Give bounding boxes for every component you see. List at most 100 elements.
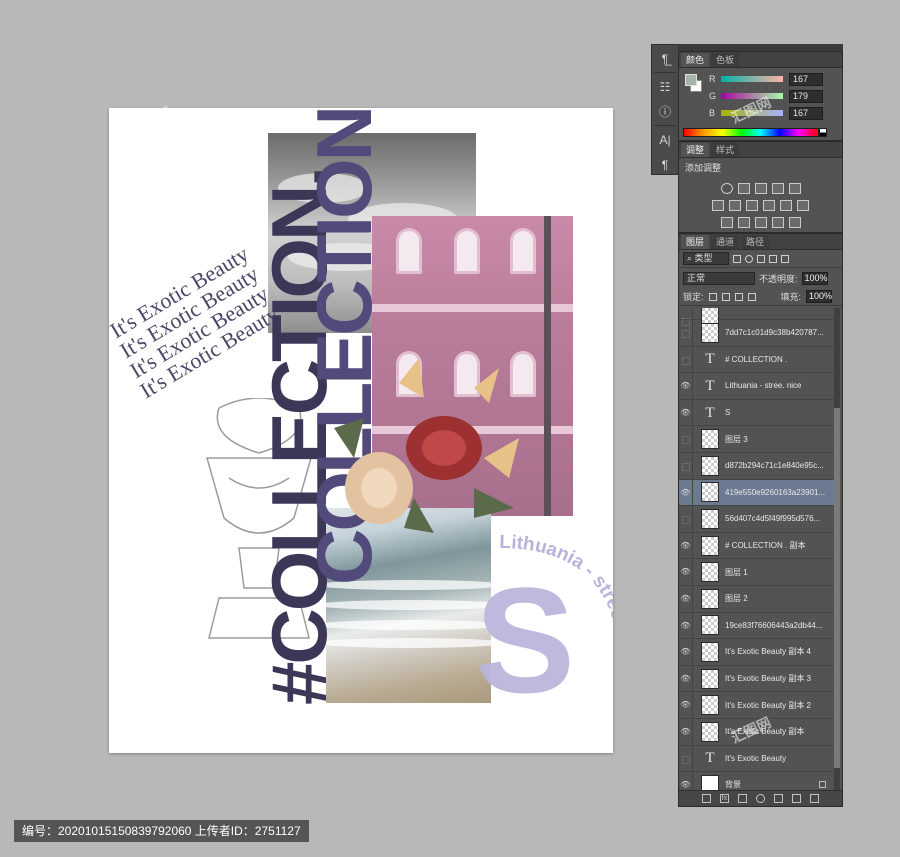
layers-scrollbar[interactable] (834, 308, 840, 791)
visibility-eye-icon[interactable] (679, 426, 693, 452)
layer-row[interactable]: 👁︎ 419e550e9260163a23901... (679, 479, 834, 507)
tab-paths[interactable]: 路径 (741, 235, 770, 249)
mask-icon[interactable] (738, 794, 747, 803)
lock-transparent-icon[interactable] (708, 292, 717, 301)
opacity-input[interactable]: 100% (801, 271, 828, 285)
foreground-color-swatch[interactable] (685, 74, 697, 86)
layer-row[interactable]: 7dd7c1c01d9c38b420787... (679, 320, 834, 347)
visibility-eye-icon[interactable]: 👁︎ (679, 718, 693, 745)
visibility-eye-icon[interactable]: 👁︎ (679, 559, 693, 585)
layer-row[interactable]: T It's Exotic Beauty (679, 745, 834, 773)
filter-pixel-icon[interactable] (733, 254, 741, 263)
red-value-field[interactable]: 167 (789, 72, 823, 86)
filter-type-icon[interactable] (757, 254, 765, 263)
layer-row[interactable]: 👁︎ 图层 1 (679, 559, 834, 586)
adjustment-icon[interactable] (756, 794, 765, 803)
green-value-field[interactable]: 179 (789, 89, 823, 103)
layer-row[interactable]: 👁︎ T S (679, 399, 834, 427)
layer-row[interactable]: T # COLLECTION . (679, 346, 834, 374)
visibility-eye-icon[interactable]: 👁︎ (679, 772, 693, 791)
character-icon[interactable]: A| (653, 129, 677, 151)
filter-smart-object-icon[interactable] (781, 254, 789, 263)
new-layer-icon[interactable] (792, 794, 801, 803)
visibility-eye-icon[interactable] (679, 308, 693, 319)
vibrance-icon[interactable] (788, 183, 801, 194)
black-white-picker[interactable] (819, 128, 827, 137)
panel-dock-header[interactable] (678, 44, 843, 51)
layer-row[interactable]: 👁︎ It's Exotic Beauty 副本 2 (679, 692, 834, 719)
channel-mixer-icon[interactable] (780, 200, 792, 211)
color-lookup-icon[interactable] (797, 200, 809, 211)
document-canvas[interactable]: It's Exotic Beauty It's Exotic Beauty It… (109, 108, 613, 753)
layer-thumbnail (701, 774, 719, 791)
blue-value-field[interactable]: 167 (789, 106, 823, 120)
layer-filter-select[interactable]: ⌕ 类型 (683, 252, 729, 265)
panel-icon[interactable]: ☷ (653, 76, 677, 98)
paragraph-icon[interactable]: ¶ (653, 154, 677, 176)
selective-color-icon[interactable] (788, 217, 801, 228)
filter-search-icon: ⌕ (687, 253, 695, 263)
fx-icon[interactable]: fx (720, 794, 729, 803)
layer-row[interactable]: d872b294c71c1e840e95c... (679, 452, 834, 480)
layer-row[interactable]: 👁︎ It's Exotic Beauty 副本 3 (679, 665, 834, 693)
visibility-eye-icon[interactable] (679, 452, 693, 479)
lock-paint-icon[interactable] (721, 292, 730, 301)
tab-channels[interactable]: 通道 (711, 235, 740, 249)
lock-all-icon[interactable] (747, 292, 756, 301)
tab-color[interactable]: 颜色 (681, 53, 710, 67)
posterize-icon[interactable] (737, 217, 750, 228)
visibility-eye-icon[interactable]: 👁︎ (679, 639, 693, 665)
levels-icon[interactable] (737, 183, 750, 194)
visibility-eye-icon[interactable]: 👁︎ (679, 399, 693, 426)
visibility-eye-icon[interactable] (679, 506, 693, 532)
folder-icon[interactable] (774, 794, 783, 803)
layer-row[interactable]: 👁︎ 背景 (679, 772, 834, 791)
layer-row[interactable]: 👁︎ 19ce83f76606443a2db44... (679, 612, 834, 640)
visibility-eye-icon[interactable] (679, 346, 693, 373)
arc-text: Lithuania - stree. nice (499, 532, 613, 669)
layers-scroll-thumb[interactable] (834, 408, 840, 768)
filter-shape-icon[interactable] (769, 254, 777, 263)
layer-row[interactable] (679, 308, 834, 324)
tab-styles[interactable]: 样式 (711, 143, 740, 157)
hue-saturation-icon[interactable] (712, 200, 724, 211)
tab-adjustments[interactable]: 调整 (681, 143, 710, 157)
visibility-eye-icon[interactable]: 👁︎ (679, 532, 693, 559)
visibility-eye-icon[interactable] (679, 320, 693, 346)
visibility-eye-icon[interactable]: 👁︎ (679, 479, 693, 506)
layer-row[interactable]: 👁︎ 图层 2 (679, 585, 834, 613)
black-white-icon[interactable] (746, 200, 758, 211)
trash-icon[interactable] (810, 794, 819, 803)
tab-layers[interactable]: 图层 (681, 235, 710, 249)
link-icon[interactable] (702, 794, 711, 803)
layer-row[interactable]: 图层 3 (679, 426, 834, 453)
layer-name: 图层 3 (725, 434, 748, 444)
exposure-icon[interactable] (771, 183, 784, 194)
curves-icon[interactable] (754, 183, 767, 194)
threshold-icon[interactable] (754, 217, 767, 228)
info-icon[interactable]: ⓘ (653, 101, 677, 123)
layer-row[interactable]: 👁︎ It's Exotic Beauty 副本 4 (679, 639, 834, 666)
visibility-eye-icon[interactable]: 👁︎ (679, 373, 693, 399)
blend-mode-select[interactable]: 正常 (683, 271, 755, 285)
filter-adjustment-icon[interactable] (745, 254, 753, 263)
visibility-eye-icon[interactable]: 👁︎ (679, 665, 693, 692)
move-text-icon[interactable]: ¶̲ (653, 48, 677, 70)
red-slider[interactable] (721, 76, 783, 82)
color-spectrum-bar[interactable] (683, 128, 819, 137)
gradient-map-icon[interactable] (771, 217, 784, 228)
fill-input[interactable]: 100% (806, 290, 832, 303)
invert-icon[interactable] (720, 217, 733, 228)
brightness-icon[interactable] (720, 183, 733, 194)
visibility-eye-icon[interactable] (679, 745, 693, 772)
layer-row[interactable]: 👁︎ T Lithuania - stree. nice (679, 373, 834, 400)
visibility-eye-icon[interactable]: 👁︎ (679, 585, 693, 612)
photo-filter-icon[interactable] (763, 200, 775, 211)
layer-row[interactable]: 56d407c4d5f49f995d576... (679, 506, 834, 533)
layer-row[interactable]: 👁︎ # COLLECTION . 副本 (679, 532, 834, 560)
lock-position-icon[interactable] (734, 292, 743, 301)
tab-swatches[interactable]: 色板 (711, 53, 740, 67)
visibility-eye-icon[interactable]: 👁︎ (679, 692, 693, 718)
visibility-eye-icon[interactable]: 👁︎ (679, 612, 693, 639)
color-balance-icon[interactable] (729, 200, 741, 211)
